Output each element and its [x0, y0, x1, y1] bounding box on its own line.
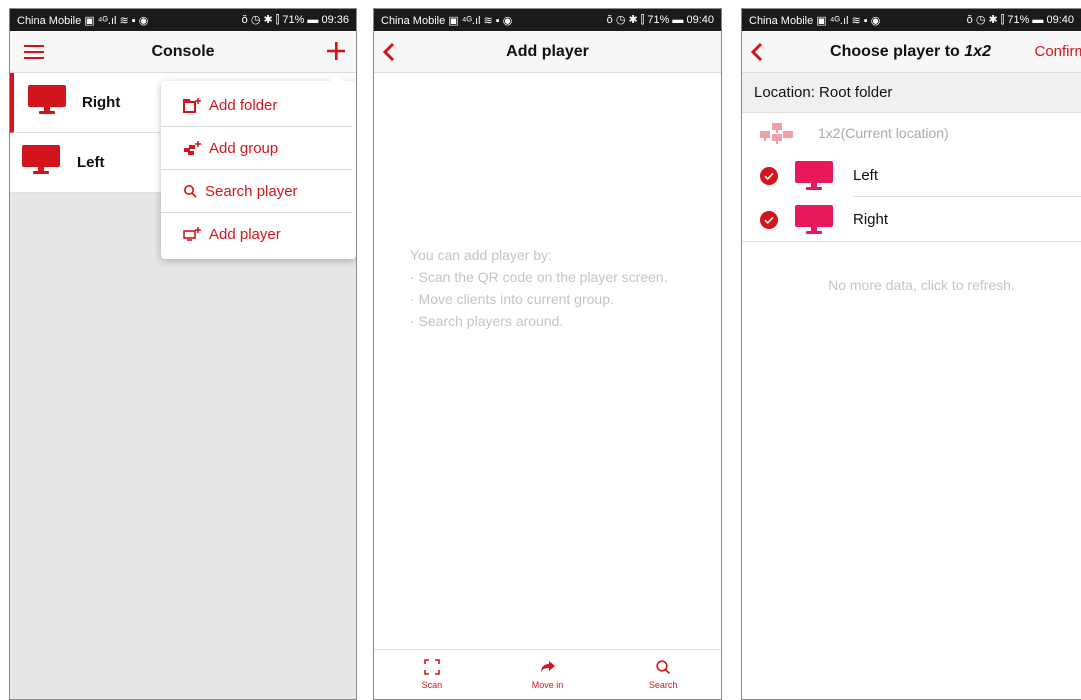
tab-label: Move in	[531, 680, 564, 690]
search-icon	[184, 185, 197, 198]
monitor-icon	[795, 161, 833, 191]
back-chevron-icon[interactable]	[382, 42, 396, 62]
menu-item-label: Add folder	[209, 96, 278, 114]
menu-item-search-player[interactable]: Search player	[161, 170, 352, 213]
location-bar: Location: Root folder	[742, 73, 1081, 113]
nav-bar: Choose player to 1x2 Confirm	[742, 31, 1081, 73]
add-player-hint: You can add player by: · Scan the QR cod…	[410, 244, 690, 332]
plus-icon[interactable]	[326, 41, 346, 61]
page-title: Console	[151, 42, 215, 60]
back-chevron-icon[interactable]	[750, 42, 764, 62]
player-label: Left	[77, 154, 105, 171]
add-menu: Add folder Add group Search player Add p…	[161, 74, 356, 259]
search-button[interactable]: Search	[605, 650, 721, 699]
system-status: ŏ ◷ ✱ ⫿ 71% ▬ 09:40	[966, 14, 1074, 26]
monitor-icon	[22, 145, 60, 175]
page-title: Add player	[506, 42, 589, 60]
player-row-right[interactable]: Right	[742, 197, 1081, 241]
menu-item-label: Add group	[209, 139, 279, 157]
console-screen: China Mobile ▣ ⁴ᴳ.ıl ≋ ▪ ◉ ŏ ◷ ✱ ⫿ 71% ▬…	[9, 8, 357, 700]
carrier-status: China Mobile ▣ ⁴ᴳ.ıl ≋ ▪ ◉	[749, 14, 881, 27]
monitor-icon	[28, 85, 66, 115]
confirm-button[interactable]: Confirm	[1034, 43, 1081, 60]
tab-label: Search	[648, 680, 678, 690]
system-status: ŏ ◷ ✱ ⫿ 71% ▬ 09:40	[606, 14, 714, 26]
search-icon	[656, 660, 671, 675]
menu-item-add-group[interactable]: Add group	[161, 127, 352, 170]
hint-line: You can add player by:	[410, 247, 552, 263]
nav-bar: Console	[10, 31, 356, 73]
player-label: Left	[853, 166, 879, 184]
hint-line: · Move clients into current group.	[410, 291, 614, 307]
player-row-left[interactable]: Left	[742, 153, 1081, 197]
status-bar: China Mobile ▣ ⁴ᴳ.ıl ≋ ▪ ◉ ŏ ◷ ✱ ⫿ 71% ▬…	[374, 9, 721, 31]
refresh-footer[interactable]: No more data, click to refresh.	[742, 277, 1081, 293]
hint-line: · Scan the QR code on the player screen.	[410, 269, 668, 285]
group-icon	[760, 123, 793, 144]
hamburger-icon[interactable]	[24, 44, 44, 60]
choose-player-screen: China Mobile ▣ ⁴ᴳ.ıl ≋ ▪ ◉ ŏ ◷ ✱ ⫿ 71% ▬…	[741, 8, 1081, 700]
scan-icon	[424, 659, 440, 675]
status-bar: China Mobile ▣ ⁴ᴳ.ıl ≋ ▪ ◉ ŏ ◷ ✱ ⫿ 71% ▬…	[742, 9, 1081, 31]
checked-circle-icon[interactable]	[760, 211, 778, 229]
current-group-row[interactable]: 1x2(Current location)	[742, 113, 1081, 153]
menu-item-label: Add player	[209, 226, 281, 243]
hint-line: · Search players around.	[410, 313, 564, 329]
move-in-button[interactable]: Move in	[490, 650, 606, 699]
carrier-status: China Mobile ▣ ⁴ᴳ.ıl ≋ ▪ ◉	[381, 14, 513, 27]
add-group-icon	[184, 140, 201, 155]
carrier-status: China Mobile ▣ ⁴ᴳ.ıl ≋ ▪ ◉	[17, 14, 149, 27]
menu-item-add-folder[interactable]: Add folder	[161, 84, 352, 127]
current-group-label: 1x2(Current location)	[818, 125, 949, 141]
nav-bar: Add player	[374, 31, 721, 73]
player-label: Right	[82, 94, 121, 111]
menu-item-add-player[interactable]: Add player	[161, 213, 352, 256]
status-bar: China Mobile ▣ ⁴ᴳ.ıl ≋ ▪ ◉ ŏ ◷ ✱ ⫿ 71% ▬…	[10, 9, 356, 31]
checked-circle-icon[interactable]	[760, 167, 778, 185]
add-player-icon	[183, 227, 201, 241]
share-arrow-icon	[540, 661, 555, 673]
title-group-name: 1x2	[964, 42, 991, 60]
page-title: Choose player to 1x2	[742, 42, 1081, 61]
bottom-toolbar: Scan Move in Search	[374, 649, 721, 699]
system-status: ŏ ◷ ✱ ⫿ 71% ▬ 09:36	[241, 14, 349, 26]
selectable-player-list: Left Right	[742, 153, 1081, 242]
title-prefix: Choose player to	[830, 42, 965, 60]
monitor-icon	[795, 205, 833, 235]
tab-label: Scan	[421, 680, 443, 690]
player-label: Right	[853, 210, 889, 228]
add-folder-icon	[183, 97, 201, 113]
scan-button[interactable]: Scan	[374, 650, 490, 699]
add-player-screen: China Mobile ▣ ⁴ᴳ.ıl ≋ ▪ ◉ ŏ ◷ ✱ ⫿ 71% ▬…	[373, 8, 722, 700]
menu-item-label: Search player	[205, 182, 298, 200]
